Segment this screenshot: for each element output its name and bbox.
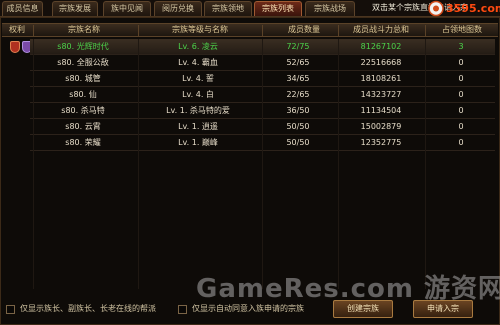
col-total-power: 成员战斗力总和 (353, 25, 409, 34)
col-member-count: 成员数量 (288, 25, 320, 34)
clan-level: Lv. 1. 逍遥 (178, 122, 218, 131)
total-power: 15002879 (360, 122, 402, 131)
total-power: 81267102 (360, 42, 402, 51)
maps-count: 0 (458, 90, 464, 99)
clan-name: s80. 光辉时代 (57, 42, 109, 51)
tab-clan-development[interactable]: 宗族发展 (52, 1, 98, 16)
clan-name: s80. 全服公敌 (57, 58, 109, 67)
maps-count: 0 (458, 122, 464, 131)
col-maps-occupied: 占领地图数 (442, 25, 482, 34)
col-clan-name: 宗族名称 (68, 25, 100, 34)
table-header: 权利 宗族名称 宗族等级与名称 成员数量 成员战斗力总和 占领地图数 (2, 23, 498, 37)
apply-join-button[interactable]: 申请入宗 (413, 300, 473, 318)
member-count: 52/65 (286, 58, 310, 67)
tab-clan-battlefield[interactable]: 宗族战场 (305, 1, 355, 16)
total-power: 18108261 (360, 74, 402, 83)
total-power: 22516668 (360, 58, 402, 67)
create-clan-button[interactable]: 创建宗族 (333, 300, 393, 318)
tab-bar: 成员信息 宗族发展 族中见闻 阅历兑换 宗族领地 宗族列表 宗族战场 双击某个宗… (0, 0, 500, 17)
clan-name: s80. 杀马特 (61, 106, 105, 115)
clan-level: Lv. 1. 巅峰 (178, 138, 218, 147)
clan-name: s80. 云霄 (65, 122, 101, 131)
tab-clan-list[interactable]: 宗族列表 (254, 1, 302, 16)
member-count: 34/65 (286, 74, 310, 83)
member-count: 22/65 (286, 90, 310, 99)
tab-experience-exchange[interactable]: 阅历兑换 (154, 1, 202, 16)
clan-level: Lv. 4. 誓 (182, 74, 214, 83)
col-rights: 权利 (9, 25, 25, 34)
member-count: 36/50 (286, 106, 310, 115)
tab-clan-news[interactable]: 族中见闻 (103, 1, 151, 16)
clan-name: s80. 荣耀 (65, 138, 101, 147)
clan-level: Lv. 4. 霸血 (178, 58, 218, 67)
site-logo: 3595.com (428, 0, 500, 17)
member-count: 50/50 (286, 138, 310, 147)
red-rank-icon (10, 41, 20, 53)
maps-count: 0 (458, 138, 464, 147)
clan-level: Lv. 1. 杀马特的爱 (166, 106, 230, 115)
maps-count: 0 (458, 58, 464, 67)
clan-name: s80. 仙 (69, 90, 97, 99)
col-clan-level: 宗族等级与名称 (172, 25, 228, 34)
clan-name: s80. 城管 (65, 74, 101, 83)
total-power: 11134504 (360, 106, 402, 115)
officers-online-checkbox[interactable] (6, 305, 15, 314)
auto-accept-label: 仅显示自动同意入族申请的宗族 (192, 304, 304, 313)
officers-online-label: 仅显示族长、副族长、长老在线的帮派 (20, 304, 156, 313)
tab-clan-territory[interactable]: 宗族领地 (204, 1, 252, 16)
total-power: 12352775 (360, 138, 402, 147)
total-power: 14323727 (360, 90, 402, 99)
maps-count: 3 (458, 42, 464, 51)
clan-level: Lv. 6. 凌云 (178, 42, 218, 51)
auto-accept-checkbox[interactable] (178, 305, 187, 314)
maps-count: 0 (458, 74, 464, 83)
member-count: 72/75 (286, 42, 310, 51)
logo-text: 3595.com (446, 2, 500, 15)
member-count: 50/50 (286, 122, 310, 131)
tab-member-info[interactable]: 成员信息 (2, 1, 43, 16)
clan-level: Lv. 4. 白 (182, 90, 214, 99)
maps-count: 0 (458, 106, 464, 115)
rights-cell (0, 39, 32, 55)
